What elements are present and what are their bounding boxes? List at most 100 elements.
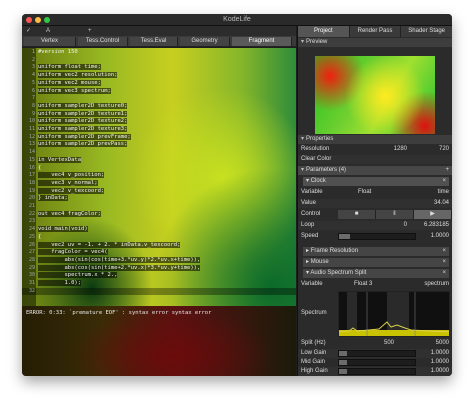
shader-tab-tess-eval[interactable]: Tess.Eval xyxy=(130,37,178,46)
variable-type-select[interactable]: Float xyxy=(358,188,371,197)
close-x-icon[interactable]: × xyxy=(442,177,446,186)
code-text: { xyxy=(38,165,41,173)
clear-color-label: Clear Color xyxy=(301,156,332,162)
code-editor[interactable]: 1 #version 150 2 3 uniform float time; 4 unifo… xyxy=(22,48,296,306)
line-number: 29 xyxy=(28,264,35,271)
speed-slider[interactable] xyxy=(338,233,416,240)
value-label: Value xyxy=(301,200,316,206)
spectrum-label: Spectrum xyxy=(301,310,327,316)
code-line: 16{ xyxy=(22,165,296,173)
mouse-param[interactable]: ▸ Mouse × xyxy=(303,258,449,267)
line-number: 25 xyxy=(28,233,35,240)
panel-tab-shader-stage[interactable]: Shader Stage xyxy=(401,26,452,37)
clock-variable-row: Variable Float time xyxy=(298,188,452,197)
close-x-icon[interactable]: × xyxy=(442,258,446,267)
code-line: 22 out vec4 fragColor; xyxy=(22,210,296,219)
stop-icon[interactable]: ■ xyxy=(338,210,376,219)
close-x-icon[interactable]: × xyxy=(442,247,446,256)
code-line: 5 uniform vec2 mouse; xyxy=(22,79,296,88)
line-number: 19 xyxy=(28,187,35,194)
variable-name[interactable]: time xyxy=(438,188,449,197)
plus-icon[interactable]: + xyxy=(88,26,92,36)
code-text-content: out vec4 fragColor; xyxy=(38,210,101,217)
low-gain-slider[interactable] xyxy=(338,350,416,357)
triangle-down-icon: ▾ xyxy=(301,167,305,173)
shader-tab-fragment[interactable]: Fragment xyxy=(232,37,292,46)
close-x-icon[interactable]: × xyxy=(442,269,446,278)
code-line: 26 vec2 uv = -1. + 2. * inData.v_texcoor… xyxy=(22,241,296,250)
resolution-width[interactable]: 1280 xyxy=(394,145,407,154)
add-parameter-icon[interactable]: + xyxy=(445,166,449,175)
code-text: in VertexData xyxy=(38,156,82,165)
low-gain-value[interactable]: 1.0000 xyxy=(431,349,449,358)
panel-tab-project[interactable]: Project xyxy=(298,26,350,37)
mid-gain-value[interactable]: 1.0000 xyxy=(431,358,449,367)
code-text: #version 150 xyxy=(38,49,78,57)
file-tab-a[interactable]: A xyxy=(46,26,50,36)
split-b[interactable]: 5000 xyxy=(436,339,449,348)
line-number: 5 xyxy=(31,79,35,86)
spectrum-type-select[interactable]: Float 3 xyxy=(354,280,372,289)
clock-loop-row: Loop 0 6.283185 xyxy=(298,221,452,230)
resolution-height[interactable]: 720 xyxy=(439,145,449,154)
low-gain-row: Low Gain 1.0000 xyxy=(298,349,452,358)
shader-tab-geometry[interactable]: Geometry xyxy=(180,37,230,46)
loop-to[interactable]: 6.283185 xyxy=(424,221,449,230)
high-gain-fill xyxy=(339,369,347,374)
code-line: 3 uniform float time; xyxy=(22,64,296,72)
code-line: 30 spectrum.x * 2., xyxy=(22,272,296,280)
line-number: 30 xyxy=(28,272,35,279)
spectrum-waveform xyxy=(339,292,449,336)
clock-value: 34.04 xyxy=(433,200,449,206)
speed-value[interactable]: 1.0000 xyxy=(431,232,449,241)
line-number: 21 xyxy=(28,203,35,209)
panel-tab-render-pass[interactable]: Render Pass xyxy=(350,26,402,37)
code-line: 14 xyxy=(22,149,296,157)
audio-spectrum-param[interactable]: ▾ Audio Spectrum Split × xyxy=(303,269,449,278)
mid-gain-row: Mid Gain 1.0000 xyxy=(298,358,452,367)
line-number: 13 xyxy=(28,141,35,148)
code-text: out vec4 fragColor; xyxy=(38,210,101,219)
mid-gain-slider[interactable] xyxy=(338,359,416,366)
preview-section-header[interactable]: ▾ Preview xyxy=(298,38,452,47)
line-number: 22 xyxy=(28,210,35,217)
variable-label: Variable xyxy=(301,189,323,195)
code-text-content: uniform sampler2D prevFrame; xyxy=(38,133,131,140)
code-text-content: uniform sampler2D texture0; xyxy=(38,102,128,109)
loop-from[interactable]: 0 xyxy=(404,221,407,230)
code-text-content: uniform vec3 spectrum; xyxy=(38,87,111,94)
checkbox-icon[interactable]: ✓ xyxy=(26,26,31,36)
line-number: 11 xyxy=(28,126,35,132)
line-number: 1 xyxy=(31,49,35,55)
code-text: uniform sampler2D prevFrame; xyxy=(38,133,131,142)
code-line: 20} inData; xyxy=(22,195,296,203)
shader-tab-vertex[interactable]: Vertex xyxy=(24,37,76,46)
code-text-content: spectrum.x * 2., xyxy=(38,272,118,279)
clear-color-row[interactable]: Clear Color xyxy=(298,155,452,164)
parameters-header[interactable]: ▾ Parameters (4) + xyxy=(298,166,452,175)
code-line: 13 uniform sampler2D prevPass; xyxy=(22,141,296,149)
properties-section-header[interactable]: ▾ Properties xyxy=(298,135,452,144)
line-number: 14 xyxy=(28,149,35,156)
split-a[interactable]: 500 xyxy=(384,339,394,348)
line-number: 12 xyxy=(28,133,35,140)
frame-resolution-param[interactable]: ▸ Frame Resolution × xyxy=(303,247,449,256)
high-gain-value[interactable]: 1.0000 xyxy=(431,367,449,376)
code-line: 24 void main(void) xyxy=(22,226,296,234)
shader-tab-tess-control[interactable]: Tess.Control xyxy=(78,37,128,46)
code-text: { xyxy=(38,234,41,242)
play-icon[interactable]: ▶ xyxy=(414,210,452,219)
high-gain-slider[interactable] xyxy=(338,368,416,375)
line-number: 7 xyxy=(31,95,35,102)
line-number: 23 xyxy=(28,218,35,225)
code-text-content: vec2 uv = -1. + 2. * inData.v_texcoord; xyxy=(38,241,181,248)
triangle-down-icon: ▾ xyxy=(301,136,305,142)
pause-icon[interactable]: ‖ xyxy=(376,210,414,219)
spectrum-variable-name[interactable]: spectrum xyxy=(424,280,449,289)
audio-spectrum-label: Audio Spectrum Split xyxy=(310,270,367,276)
spectrum-graph[interactable] xyxy=(338,291,450,337)
mouse-label: Mouse xyxy=(310,259,329,265)
clock-parameter-header[interactable]: ▾ Clock × xyxy=(303,177,449,186)
code-line: 15 in VertexData xyxy=(22,156,296,165)
code-text-content: #version 150 xyxy=(38,49,78,55)
